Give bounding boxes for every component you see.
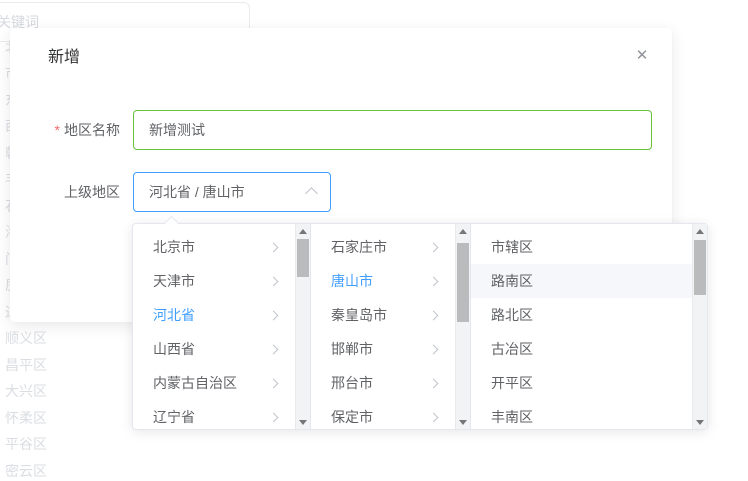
parent-region-cascader-input[interactable]: [133, 172, 331, 212]
cascader-node[interactable]: 邯郸市: [311, 332, 455, 366]
background-list-item: 顺义区: [5, 329, 47, 348]
cascader-node-label: 内蒙古自治区: [153, 373, 262, 393]
cascader-node[interactable]: 开平区: [471, 366, 692, 400]
region-name-label-text: 地区名称: [64, 120, 120, 140]
cascader-node[interactable]: 河北省: [133, 298, 295, 332]
scrollbar[interactable]: [295, 224, 310, 429]
cascader-node-label: 路北区: [491, 305, 674, 325]
cascader-node[interactable]: 秦皇岛市: [311, 298, 455, 332]
cascader-node[interactable]: 唐山市: [311, 264, 455, 298]
cascader-node-label: 唐山市: [331, 271, 422, 291]
cascader-node-label: 天津市: [153, 271, 262, 291]
scrollbar[interactable]: [692, 224, 707, 429]
cascader-node[interactable]: 保定市: [311, 400, 455, 429]
cascader-panel-rows: 市辖区路南区路北区古冶区开平区丰南区: [471, 224, 692, 429]
cascader-panel-cities: 石家庄市唐山市秦皇岛市邯郸市邢台市保定市: [311, 224, 471, 429]
scrollbar-thumb[interactable]: [297, 239, 309, 277]
cascader-node-label: 邢台市: [331, 373, 422, 393]
cascader-node-label: 石家庄市: [331, 237, 422, 257]
cascader-node[interactable]: 市辖区: [471, 230, 692, 264]
cascader-node[interactable]: 丰南区: [471, 400, 692, 429]
chevron-right-icon: [269, 344, 279, 354]
chevron-right-icon: [429, 344, 439, 354]
cascader-node[interactable]: 辽宁省: [133, 400, 295, 429]
region-name-label: * 地区名称: [10, 110, 120, 150]
chevron-right-icon: [429, 276, 439, 286]
cascader-node-label: 河北省: [153, 305, 262, 325]
cascader-node[interactable]: 内蒙古自治区: [133, 366, 295, 400]
cascader-node[interactable]: 路北区: [471, 298, 692, 332]
background-list-item: 昌平区: [5, 356, 47, 375]
cascader-node-label: 秦皇岛市: [331, 305, 422, 325]
cascader-node[interactable]: 路南区: [471, 264, 692, 298]
cascader-node-label: 山西省: [153, 339, 262, 359]
cascader-panel-districts: 市辖区路南区路北区古冶区开平区丰南区: [471, 224, 707, 429]
scrollbar-down-icon[interactable]: [693, 415, 707, 429]
close-icon[interactable]: ✕: [632, 46, 652, 66]
chevron-right-icon: [269, 412, 279, 422]
chevron-right-icon: [429, 378, 439, 388]
cascader-panel-rows: 北京市天津市河北省山西省内蒙古自治区辽宁省: [133, 224, 295, 429]
cascader-node-label: 路南区: [491, 271, 674, 291]
chevron-right-icon: [269, 310, 279, 320]
background-list-item: 大兴区: [5, 382, 47, 401]
region-name-input[interactable]: [133, 110, 652, 150]
scrollbar-up-icon[interactable]: [693, 224, 707, 238]
scrollbar-down-icon[interactable]: [456, 415, 470, 429]
chevron-right-icon: [429, 242, 439, 252]
cascader-panel-provinces: 北京市天津市河北省山西省内蒙古自治区辽宁省: [133, 224, 311, 429]
cascader-node[interactable]: 石家庄市: [311, 230, 455, 264]
cascader-node-label: 北京市: [153, 237, 262, 257]
background-list-item: 怀柔区: [5, 409, 47, 428]
scrollbar-up-icon[interactable]: [456, 224, 470, 238]
scrollbar-down-icon[interactable]: [296, 415, 310, 429]
parent-region-label: 上级地区: [10, 172, 120, 212]
cascader-node[interactable]: 天津市: [133, 264, 295, 298]
cascader-node-label: 丰南区: [491, 407, 674, 427]
cascader-dropdown: 北京市天津市河北省山西省内蒙古自治区辽宁省 石家庄市唐山市秦皇岛市邯郸市邢台市保…: [132, 223, 708, 430]
cascader-node-label: 市辖区: [491, 237, 674, 257]
cascader-node-label: 古冶区: [491, 339, 674, 359]
background-list-item: 密云区: [5, 462, 47, 481]
parent-region-label-text: 上级地区: [64, 182, 120, 202]
scrollbar-thumb[interactable]: [457, 243, 469, 322]
cascader-node-label: 保定市: [331, 407, 422, 427]
cascader-node[interactable]: 北京市: [133, 230, 295, 264]
scrollbar-up-icon[interactable]: [296, 224, 310, 238]
scrollbar[interactable]: [455, 224, 470, 429]
chevron-right-icon: [269, 378, 279, 388]
cascader-node[interactable]: 邢台市: [311, 366, 455, 400]
chevron-right-icon: [429, 412, 439, 422]
cascader-node[interactable]: 山西省: [133, 332, 295, 366]
required-asterisk: *: [55, 122, 60, 138]
background-list-item: 平谷区: [5, 435, 47, 454]
chevron-right-icon: [269, 242, 279, 252]
cascader-node[interactable]: 古冶区: [471, 332, 692, 366]
cascader-node-label: 邯郸市: [331, 339, 422, 359]
cascader-node-label: 辽宁省: [153, 407, 262, 427]
chevron-right-icon: [429, 310, 439, 320]
cascader-panel-rows: 石家庄市唐山市秦皇岛市邯郸市邢台市保定市: [311, 224, 455, 429]
scrollbar-thumb[interactable]: [694, 240, 706, 295]
cascader-node-label: 开平区: [491, 373, 674, 393]
chevron-right-icon: [269, 276, 279, 286]
dialog-title: 新增: [48, 46, 80, 70]
